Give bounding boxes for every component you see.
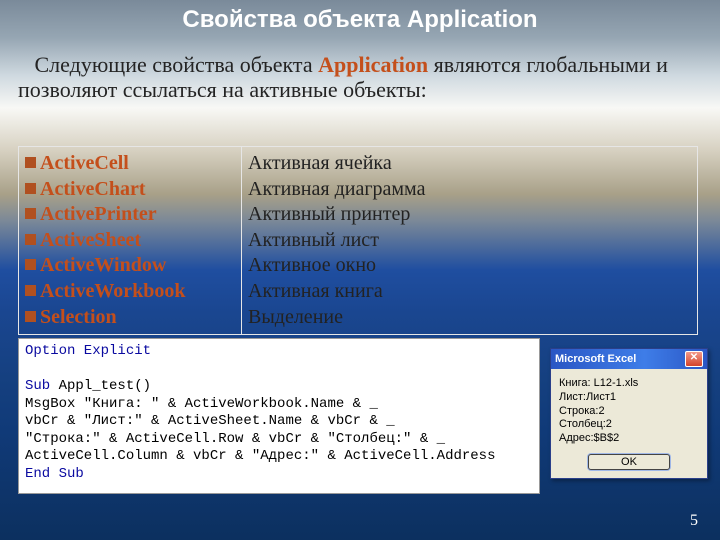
bullet-icon [25,311,36,322]
property-name: ActivePrinter [40,202,157,228]
property-name: ActiveWindow [40,253,166,279]
code-line: Appl_test() [50,378,151,394]
property-row: Selection [25,305,235,331]
bullet-icon [25,208,36,219]
slide-title: Свойства объекта Application [0,6,720,34]
property-row: ActivePrinter [25,202,235,228]
property-description: Активная книга [248,279,691,305]
close-icon[interactable]: ✕ [685,351,703,367]
vba-code-box: Option Explicit Sub Appl_test() MsgBox "… [18,338,540,494]
ok-button[interactable]: OK [588,454,670,470]
intro-text: Следующие свойства объекта Application я… [18,52,698,103]
code-line: MsgBox "Книга: " & ActiveWorkbook.Name &… [25,396,378,412]
descriptions-column: Активная ячейка Активная диаграмма Актив… [242,147,697,334]
page-number: 5 [690,512,698,530]
properties-table: ActiveCell ActiveChart ActivePrinter Act… [18,146,698,335]
property-row: ActiveSheet [25,228,235,254]
bullet-icon [25,259,36,270]
code-keyword: Option Explicit [25,343,151,359]
property-description: Активная диаграмма [248,177,691,203]
code-keyword: Sub [25,378,50,394]
bullet-icon [25,285,36,296]
property-name: Selection [40,305,117,331]
code-line: "Строка:" & ActiveCell.Row & vbCr & "Сто… [25,431,445,447]
slide: Свойства объекта Application Следующие с… [0,0,720,540]
message-box-titlebar: Microsoft Excel ✕ [551,349,707,369]
property-name: ActiveChart [40,177,146,203]
bullet-icon [25,234,36,245]
property-row: ActiveCell [25,151,235,177]
bullet-icon [25,183,36,194]
property-row: ActiveWindow [25,253,235,279]
message-box-buttons: OK [551,450,707,478]
properties-column: ActiveCell ActiveChart ActivePrinter Act… [19,147,242,334]
bullet-icon [25,157,36,168]
code-line: vbCr & "Лист:" & ActiveSheet.Name & vbCr… [25,413,395,429]
code-line: ActiveCell.Column & vbCr & "Адрес:" & Ac… [25,448,495,464]
message-box-title: Microsoft Excel [555,349,636,369]
property-name: ActiveWorkbook [40,279,186,305]
message-box-body: Книга: L12-1.xls Лист:Лист1 Строка:2 Сто… [551,369,707,450]
property-name: ActiveCell [40,151,129,177]
intro-before: Следующие свойства объекта [35,52,319,77]
property-row: ActiveWorkbook [25,279,235,305]
property-row: ActiveChart [25,177,235,203]
property-description: Активный принтер [248,202,691,228]
intro-highlight: Application [318,52,428,77]
intro-indent [18,52,35,77]
property-description: Выделение [248,305,691,331]
property-description: Активное окно [248,253,691,279]
property-description: Активный лист [248,228,691,254]
property-description: Активная ячейка [248,151,691,177]
property-name: ActiveSheet [40,228,141,254]
code-keyword: End Sub [25,466,84,482]
message-box: Microsoft Excel ✕ Книга: L12-1.xls Лист:… [550,348,708,479]
